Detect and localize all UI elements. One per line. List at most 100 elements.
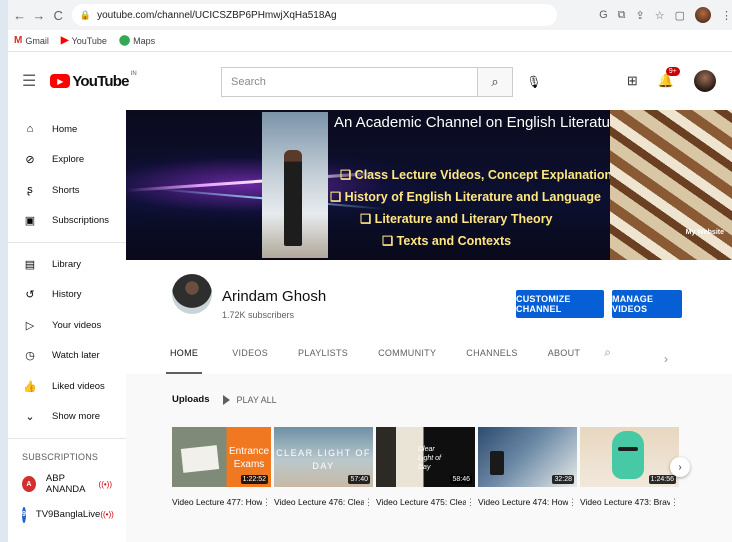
sidebar-item-subscriptions[interactable]: ▣ Subscriptions: [8, 206, 126, 237]
video-duration: 57:40: [348, 475, 370, 484]
address-bar[interactable]: 🔒 youtube.com/channel/UCICSZBP6PHmwjXqHa…: [71, 4, 558, 26]
channel-tabs: HOME VIDEOS PLAYLISTS COMMUNITY CHANNELS…: [165, 345, 611, 374]
uploads-heading: Uploads: [172, 394, 210, 405]
video-title[interactable]: Video Lecture 474: How to: [478, 497, 568, 508]
bookmark-youtube[interactable]: ▶ YouTube: [61, 35, 107, 46]
sidepanel-icon[interactable]: ▢: [675, 9, 685, 22]
subscription-item[interactable]: 9 TV9BanglaLive ((•)): [8, 500, 126, 531]
sidebar: ⌂ Home ⊘ Explore ʂ Shorts ▣ Subscriptions ▤ L…: [8, 110, 126, 542]
video-menu-icon[interactable]: ⋮: [364, 497, 373, 508]
tab-channels[interactable]: CHANNELS: [466, 348, 517, 374]
video-duration: 1:24:56: [648, 475, 676, 484]
lock-icon: 🔒: [79, 9, 92, 20]
url-text: youtube.com/channel/UCICSZBP6PHmwjXqHa51…: [97, 9, 337, 21]
play-all-button[interactable]: PLAY ALL: [223, 394, 277, 405]
back-icon[interactable]: ←: [12, 6, 27, 24]
search-button[interactable]: ⌕: [477, 67, 513, 97]
video-menu-icon[interactable]: ⋮: [466, 497, 475, 508]
youtube-play-icon: ▶: [50, 74, 71, 88]
star-icon[interactable]: ☆: [655, 9, 665, 22]
video-card[interactable]: Entrance Exams 1:22:52 Video Lecture 477…: [172, 427, 271, 508]
video-title[interactable]: Video Lecture 475: Clear: [376, 497, 466, 508]
notifications-icon[interactable]: 🔔 9+: [658, 67, 680, 89]
manage-videos-button[interactable]: MANAGE VIDEOS: [612, 290, 682, 318]
thumbnail-text: Entrance Exams: [228, 446, 270, 470]
banner-website-link[interactable]: My Website: [686, 229, 724, 236]
create-video-icon[interactable]: ⊞: [627, 73, 638, 89]
sidebar-item-home[interactable]: ⌂ Home: [8, 114, 126, 145]
sidebar-item-explore[interactable]: ⊘ Explore: [8, 145, 126, 176]
customize-channel-button[interactable]: CUSTOMIZE CHANNEL: [516, 290, 604, 318]
video-thumbnail[interactable]: 1:24:56: [580, 427, 679, 487]
sidebar-item-show-more[interactable]: ⌄ Show more: [8, 402, 126, 433]
video-duration: 1:22:52: [240, 475, 268, 484]
chevron-right-icon: ›: [678, 461, 682, 473]
subscriptions-heading: SUBSCRIPTIONS: [22, 452, 99, 462]
liked-videos-icon: 👍: [23, 380, 37, 393]
forward-icon[interactable]: →: [31, 6, 46, 24]
video-thumbnail[interactable]: Clear Light of Day 58:46: [376, 427, 475, 487]
video-thumbnail[interactable]: CLEAR LIGHT OF DAY 57:40: [274, 427, 373, 487]
mic-icon: 🎙: [526, 75, 542, 89]
tab-home[interactable]: HOME: [165, 348, 203, 374]
reload-icon[interactable]: C: [51, 6, 66, 24]
uploads-row: Entrance Exams 1:22:52 Video Lecture 477…: [172, 427, 679, 508]
explore-icon: ⊘: [25, 154, 35, 167]
hamburger-menu-icon[interactable]: ☰: [22, 71, 36, 91]
tab-videos[interactable]: VIDEOS: [232, 348, 268, 374]
tab-community[interactable]: COMMUNITY: [378, 348, 436, 374]
sidebar-item-history[interactable]: ↺ History: [8, 280, 126, 311]
bookmarks-bar: M Gmail ▶ YouTube ⬤ Maps: [8, 30, 732, 52]
browser-toolbar: ← → C 🔒 youtube.com/channel/UCICSZBP6PHm…: [8, 0, 732, 30]
banner-list: ❑ Class Lecture Videos, Concept Explanat…: [330, 164, 612, 252]
share-icon[interactable]: ⇪: [635, 9, 644, 22]
sidebar-divider: [8, 242, 126, 243]
tab-playlists[interactable]: PLAYLISTS: [298, 348, 348, 374]
video-menu-icon[interactable]: ⋮: [568, 497, 577, 508]
play-icon: [223, 394, 231, 405]
banner-line: ❑ History of English Literature and Lang…: [330, 190, 601, 204]
chevron-right-icon[interactable]: ›: [664, 352, 668, 366]
banner-line: ❑ Literature and Literary Theory: [360, 212, 553, 226]
live-icon: ((•)): [100, 510, 114, 520]
youtube-logo[interactable]: ▶ YouTube IN: [50, 71, 137, 90]
thumbnail-text: Clear Light of Day: [418, 446, 441, 471]
shelf-next-button[interactable]: ›: [670, 457, 690, 477]
mic-button[interactable]: 🎙: [523, 71, 545, 93]
video-card[interactable]: 1:24:56 Video Lecture 473: Bravely⋮: [580, 427, 679, 508]
google-icon[interactable]: G: [599, 9, 608, 21]
sidebar-item-shorts[interactable]: ʂ Shorts: [8, 175, 126, 206]
video-menu-icon[interactable]: ⋮: [670, 497, 679, 508]
video-card[interactable]: Clear Light of Day 58:46 Video Lecture 4…: [376, 427, 475, 508]
video-title[interactable]: Video Lecture 476: Clear: [274, 497, 364, 508]
sidebar-item-your-videos[interactable]: ▷ Your videos: [8, 310, 126, 341]
profile-avatar[interactable]: [694, 7, 711, 23]
video-thumbnail[interactable]: 32:28: [478, 427, 577, 487]
account-avatar[interactable]: [694, 70, 716, 92]
kebab-menu-icon[interactable]: ⋮: [721, 9, 732, 22]
bookmark-maps[interactable]: ⬤ Maps: [119, 35, 155, 46]
shorts-icon: ʂ: [27, 184, 33, 197]
sidebar-item-liked-videos[interactable]: 👍 Liked videos: [8, 371, 126, 402]
channel-avatar: 9: [22, 506, 26, 523]
tab-about[interactable]: ABOUT: [548, 348, 581, 374]
video-menu-icon[interactable]: ⋮: [262, 497, 271, 508]
video-card[interactable]: 32:28 Video Lecture 474: How to⋮: [478, 427, 577, 508]
sidebar-item-library[interactable]: ▤ Library: [8, 249, 126, 280]
channel-search-icon[interactable]: ⌕: [604, 345, 611, 360]
subscription-item[interactable]: A ABP ANANDA ((•)): [8, 469, 126, 500]
video-title[interactable]: Video Lecture 473: Bravely: [580, 497, 670, 508]
banner-title: An Academic Channel on English Literatur…: [334, 114, 624, 131]
video-thumbnail[interactable]: Entrance Exams 1:22:52: [172, 427, 271, 487]
chevron-down-icon: ⌄: [25, 411, 35, 424]
channel-banner: An Academic Channel on English Literatur…: [126, 110, 732, 260]
search-input[interactable]: Search: [221, 67, 477, 97]
sidebar-item-watch-later[interactable]: ◷ Watch later: [8, 341, 126, 372]
extension-icon[interactable]: ⧉: [618, 9, 626, 22]
video-title[interactable]: Video Lecture 477: How to: [172, 497, 262, 508]
face-illustration: [612, 431, 644, 479]
subscriptions-icon: ▣: [24, 215, 36, 228]
cup-image: [490, 451, 504, 475]
video-card[interactable]: CLEAR LIGHT OF DAY 57:40 Video Lecture 4…: [274, 427, 373, 508]
bookmark-gmail[interactable]: M Gmail: [14, 35, 49, 46]
